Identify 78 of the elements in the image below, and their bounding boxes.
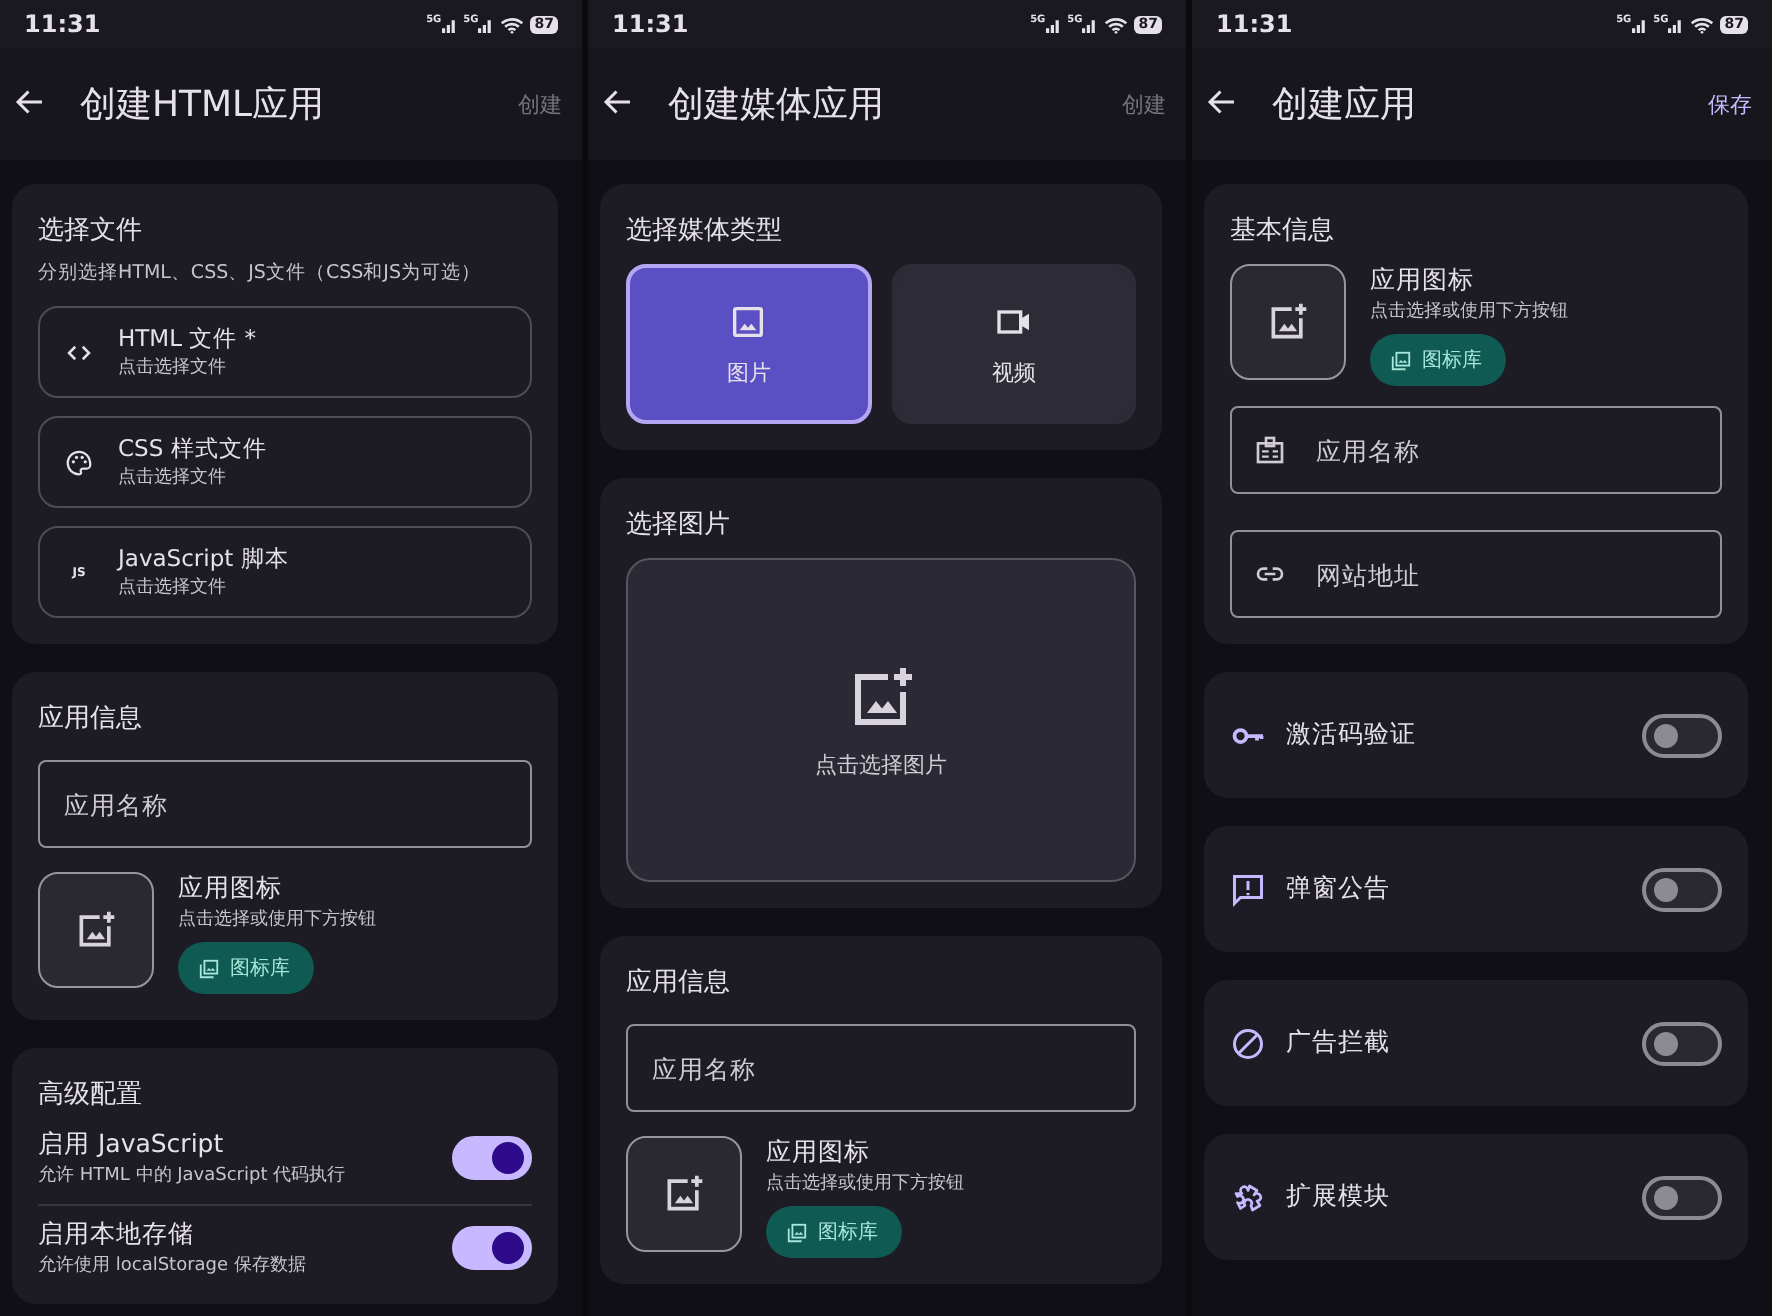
setting-label: 启用 JavaScript <box>38 1128 226 1162</box>
wifi-icon <box>1690 15 1715 33</box>
icon-picker-tile[interactable] <box>38 872 154 988</box>
section-title: 选择图片 <box>626 508 732 542</box>
field-label: 应用图标 <box>178 872 282 906</box>
setting-label: 激活码验证 <box>1286 718 1418 752</box>
screen-title: 创建媒体应用 <box>668 82 886 128</box>
toggle-switch[interactable] <box>1642 713 1722 757</box>
clock-time: 11:31 <box>1216 10 1293 38</box>
block-icon <box>1230 1025 1266 1061</box>
palette-icon <box>64 447 94 477</box>
image-drop-zone[interactable]: 点击选择图片 <box>626 558 1136 882</box>
hint-text: 点击选择文件 <box>118 575 228 600</box>
wifi-icon <box>1104 15 1129 33</box>
alert-message-icon <box>1230 871 1266 907</box>
image-icon <box>728 301 769 341</box>
add-image-icon <box>1266 300 1310 344</box>
icon-picker-tile[interactable] <box>626 1136 742 1252</box>
gallery-icon <box>1390 349 1412 371</box>
setting-label: 广告拦截 <box>1286 1026 1392 1060</box>
add-image-icon <box>662 1172 706 1216</box>
setting-label: 扩展模块 <box>1286 1180 1392 1214</box>
file-label: HTML 文件 * <box>118 324 257 354</box>
media-type-option[interactable]: 图片 <box>626 264 871 424</box>
name-field[interactable]: 应用名称 <box>626 1024 1136 1112</box>
screen-title: 创建HTML应用 <box>80 82 327 128</box>
icon-library-button[interactable]: 图标库 <box>766 1206 902 1258</box>
section-title: 高级配置 <box>38 1078 144 1112</box>
icon-library-button[interactable]: 图标库 <box>1370 334 1506 386</box>
hint-text: 点击选择或使用下方按钮 <box>1370 299 1568 324</box>
setting-description: 允许使用 localStorage 保存数据 <box>38 1253 306 1278</box>
add-image-icon <box>74 908 118 952</box>
signal-icon <box>441 15 458 33</box>
section-title: 应用信息 <box>626 966 732 1000</box>
icon-library-button[interactable]: 图标库 <box>178 942 314 994</box>
toggle-switch[interactable] <box>1642 1175 1722 1219</box>
section-description: 分别选择HTML、CSS、JS文件（CSS和JS为可选） <box>38 260 483 286</box>
file-label: CSS 样式文件 <box>118 434 267 464</box>
screen-title: 创建应用 <box>1272 82 1418 128</box>
file-label: JavaScript 脚本 <box>118 544 289 574</box>
hint-text: 点击选择图片 <box>815 749 947 779</box>
action-button[interactable]: 保存 <box>1708 85 1752 123</box>
field-label: 应用图标 <box>766 1136 870 1170</box>
hint-text: 点击选择或使用下方按钮 <box>178 907 376 932</box>
text-field[interactable]: 应用名称 <box>1230 406 1722 494</box>
section-title: 选择文件 <box>38 214 144 248</box>
setting-label: 弹窗公告 <box>1286 872 1392 906</box>
section-title: 选择媒体类型 <box>626 214 784 248</box>
signal-icon <box>1082 15 1099 33</box>
file-picker-item[interactable]: HTML 文件 * 点击选择文件 <box>38 306 532 398</box>
media-type-option[interactable]: 视频 <box>891 264 1136 424</box>
section-title: 基本信息 <box>1230 214 1336 248</box>
signal-icon <box>478 15 495 33</box>
toggle-switch[interactable] <box>452 1136 532 1180</box>
hint-text: 点击选择或使用下方按钮 <box>766 1171 964 1196</box>
hint-text: 点击选择文件 <box>118 355 228 380</box>
text-field[interactable]: 网站地址 <box>1230 530 1722 618</box>
file-picker-item[interactable]: CSS 样式文件 点击选择文件 <box>38 416 532 508</box>
section-title: 应用信息 <box>38 702 144 736</box>
gallery-icon <box>198 957 220 979</box>
gallery-icon <box>786 1221 808 1243</box>
signal-icon <box>1045 15 1062 33</box>
icon-picker-tile[interactable] <box>1230 264 1346 380</box>
wifi-icon <box>500 15 525 33</box>
clock-time: 11:31 <box>24 10 101 38</box>
toggle-switch[interactable] <box>1642 867 1722 911</box>
setting-description: 允许 HTML 中的 JavaScript 代码执行 <box>38 1163 346 1188</box>
hint-text: 点击选择文件 <box>118 465 228 490</box>
toggle-switch[interactable] <box>452 1226 532 1270</box>
name-field[interactable]: 应用名称 <box>38 760 532 848</box>
toggle-switch[interactable] <box>1642 1021 1722 1065</box>
signal-icon <box>1631 15 1648 33</box>
clock-time: 11:31 <box>612 10 689 38</box>
setting-label: 启用本地存储 <box>38 1218 196 1252</box>
signal-icon <box>1668 15 1685 33</box>
puzzle-piece-icon <box>1230 1179 1266 1215</box>
field-label: 应用图标 <box>1370 264 1474 298</box>
id-badge-icon <box>1254 434 1286 466</box>
